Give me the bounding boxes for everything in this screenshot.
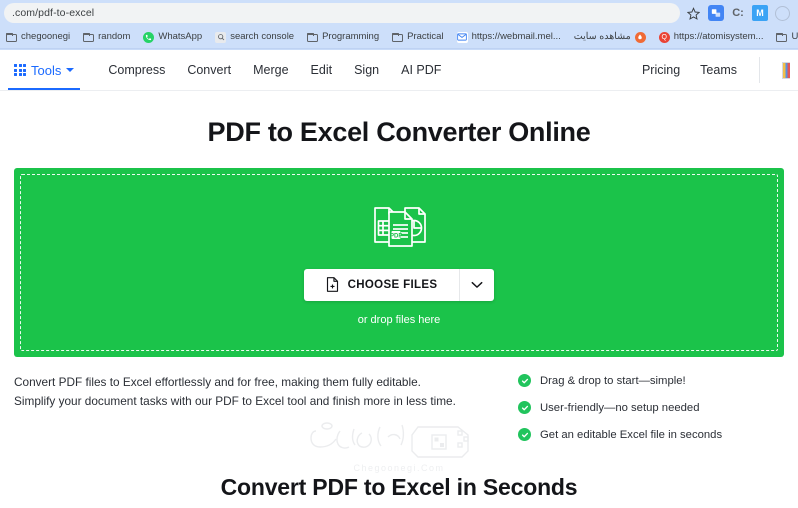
- header-divider: [759, 57, 760, 83]
- page-content: PDF to Excel Converter Online PDF CHOOSE…: [0, 91, 798, 508]
- drop-glyph: [638, 34, 642, 40]
- address-bar[interactable]: .com/pdf-to-excel: [4, 3, 680, 23]
- feature-item: Get an editable Excel file in seconds: [518, 428, 784, 441]
- description-line-1: Convert PDF files to Excel effortlessly …: [14, 375, 421, 389]
- extension-icons: C: M: [706, 5, 794, 21]
- language-selector-partial[interactable]: [782, 61, 790, 79]
- feature-item: Drag & drop to start—simple!: [518, 374, 784, 387]
- bookmark-star-button[interactable]: [682, 3, 704, 23]
- bookmark-programming[interactable]: Programming: [307, 32, 379, 42]
- address-bar-url: .com/pdf-to-excel: [12, 7, 95, 19]
- nav-link-compress[interactable]: Compress: [108, 63, 165, 77]
- grid-apps-icon: [14, 64, 26, 76]
- envelope-glyph: [457, 33, 467, 41]
- chevron-down-icon: [471, 281, 483, 288]
- check-circle-icon: [518, 401, 531, 414]
- bookmark-label: Programming: [322, 31, 380, 43]
- extension-translate-icon[interactable]: [708, 5, 724, 21]
- whatsapp-icon: [143, 31, 155, 43]
- atomisystem-icon: Q: [658, 31, 670, 43]
- extension-ci-icon[interactable]: C:: [730, 5, 746, 21]
- bookmark-label: WhatsApp: [158, 31, 203, 43]
- bookmark-search-console[interactable]: search console: [215, 31, 295, 43]
- nav-link-teams[interactable]: Teams: [700, 63, 737, 77]
- bookmark-site-view[interactable]: مشاهده سایت: [573, 31, 646, 43]
- bookmark-ui[interactable]: UI: [776, 32, 798, 42]
- tools-label: Tools: [31, 62, 62, 78]
- folder-icon: [307, 32, 319, 42]
- bookmark-random[interactable]: random: [83, 32, 130, 42]
- check-glyph: [521, 378, 528, 383]
- choose-files-dropdown-button[interactable]: [460, 269, 494, 301]
- bookmark-practical[interactable]: Practical: [392, 31, 444, 43]
- folder-icon: [83, 32, 95, 42]
- watermark-text: Chegoonegi.Com: [353, 463, 445, 473]
- avatar-circle-icon: [774, 5, 790, 21]
- feature-label: Get an editable Excel file in seconds: [540, 428, 723, 441]
- choose-files-control: CHOOSE FILES: [303, 268, 495, 301]
- nav-link-pricing[interactable]: Pricing: [642, 63, 680, 77]
- check-circle-icon: [518, 428, 531, 441]
- choose-files-button[interactable]: CHOOSE FILES: [304, 269, 460, 301]
- omnibox-row: .com/pdf-to-excel C: M: [0, 0, 798, 26]
- star-icon: [686, 6, 700, 20]
- feature-label: User-friendly—no setup needed: [540, 401, 700, 414]
- nav-link-convert[interactable]: Convert: [187, 63, 231, 77]
- primary-nav-links: Compress Convert Merge Edit Sign AI PDF: [108, 63, 441, 77]
- chevron-down-icon: [66, 68, 75, 72]
- file-dropzone[interactable]: PDF CHOOSE FILES or drop files here: [14, 168, 784, 357]
- phone-glyph: [146, 34, 152, 40]
- site-view-icon: [634, 31, 646, 43]
- nav-link-sign[interactable]: Sign: [354, 63, 379, 77]
- feature-list: Drag & drop to start—simple! User-friend…: [504, 373, 784, 455]
- feature-label: Drag & drop to start—simple!: [540, 374, 686, 387]
- section-title: Convert PDF to Excel in Seconds: [220, 474, 578, 500]
- check-glyph: [521, 432, 528, 437]
- bookmark-label: Practical: [407, 31, 444, 43]
- secondary-nav-links: Pricing Teams: [642, 57, 790, 83]
- bookmark-label: مشاهده سایت: [573, 31, 631, 43]
- svg-text:PDF: PDF: [390, 233, 402, 239]
- folder-icon: [776, 32, 788, 42]
- files-illustration: PDF: [374, 206, 426, 247]
- choose-files-label: CHOOSE FILES: [347, 278, 438, 291]
- browser-chrome: .com/pdf-to-excel C: M chegoonegi random…: [0, 0, 798, 48]
- check-glyph: [521, 405, 528, 410]
- bookmark-label: search console: [230, 31, 295, 43]
- bookmarks-bar: chegoonegi random WhatsApp search consol…: [0, 26, 798, 48]
- feature-item: User-friendly—no setup needed: [518, 401, 784, 414]
- add-file-icon: [326, 277, 338, 292]
- bookmark-label: chegoonegi: [21, 31, 71, 43]
- site-navigation-bar: Tools Compress Convert Merge Edit Sign A…: [0, 50, 798, 91]
- description-line-2: Simplify your document tasks with our PD…: [14, 394, 456, 408]
- page-title: PDF to Excel Converter Online: [207, 117, 591, 147]
- mail-icon: [456, 31, 468, 43]
- folder-icon: [392, 32, 404, 42]
- profile-avatar[interactable]: [774, 5, 790, 21]
- description-block: Convert PDF files to Excel effortlessly …: [14, 373, 484, 455]
- drop-files-hint: or drop files here: [357, 313, 441, 326]
- bookmark-whatsapp[interactable]: WhatsApp: [143, 31, 203, 43]
- bookmark-atomisystem[interactable]: Q https://atomisystem...: [658, 31, 764, 43]
- extension-m-icon[interactable]: M: [752, 5, 768, 21]
- nav-link-edit[interactable]: Edit: [311, 63, 333, 77]
- folder-icon: [6, 32, 17, 42]
- translate-glyph: [711, 9, 721, 17]
- tools-menu-button[interactable]: Tools: [8, 50, 81, 90]
- bookmark-webmail[interactable]: https://webmail.mel...: [456, 31, 561, 43]
- pdf-to-excel-files-icon: PDF: [363, 200, 435, 257]
- search-console-icon: [215, 31, 227, 43]
- nav-link-merge[interactable]: Merge: [253, 63, 288, 77]
- console-glyph: [217, 34, 224, 41]
- bookmark-label: random: [98, 31, 131, 43]
- bookmark-label: https://atomisystem...: [673, 31, 764, 43]
- check-circle-icon: [518, 374, 531, 387]
- bookmark-label: https://webmail.mel...: [471, 31, 561, 43]
- nav-link-ai-pdf[interactable]: AI PDF: [401, 63, 441, 77]
- bookmark-label: UI: [791, 31, 798, 43]
- bookmark-chegoonegi[interactable]: chegoonegi: [6, 32, 70, 42]
- info-row: Convert PDF files to Excel effortlessly …: [14, 357, 784, 455]
